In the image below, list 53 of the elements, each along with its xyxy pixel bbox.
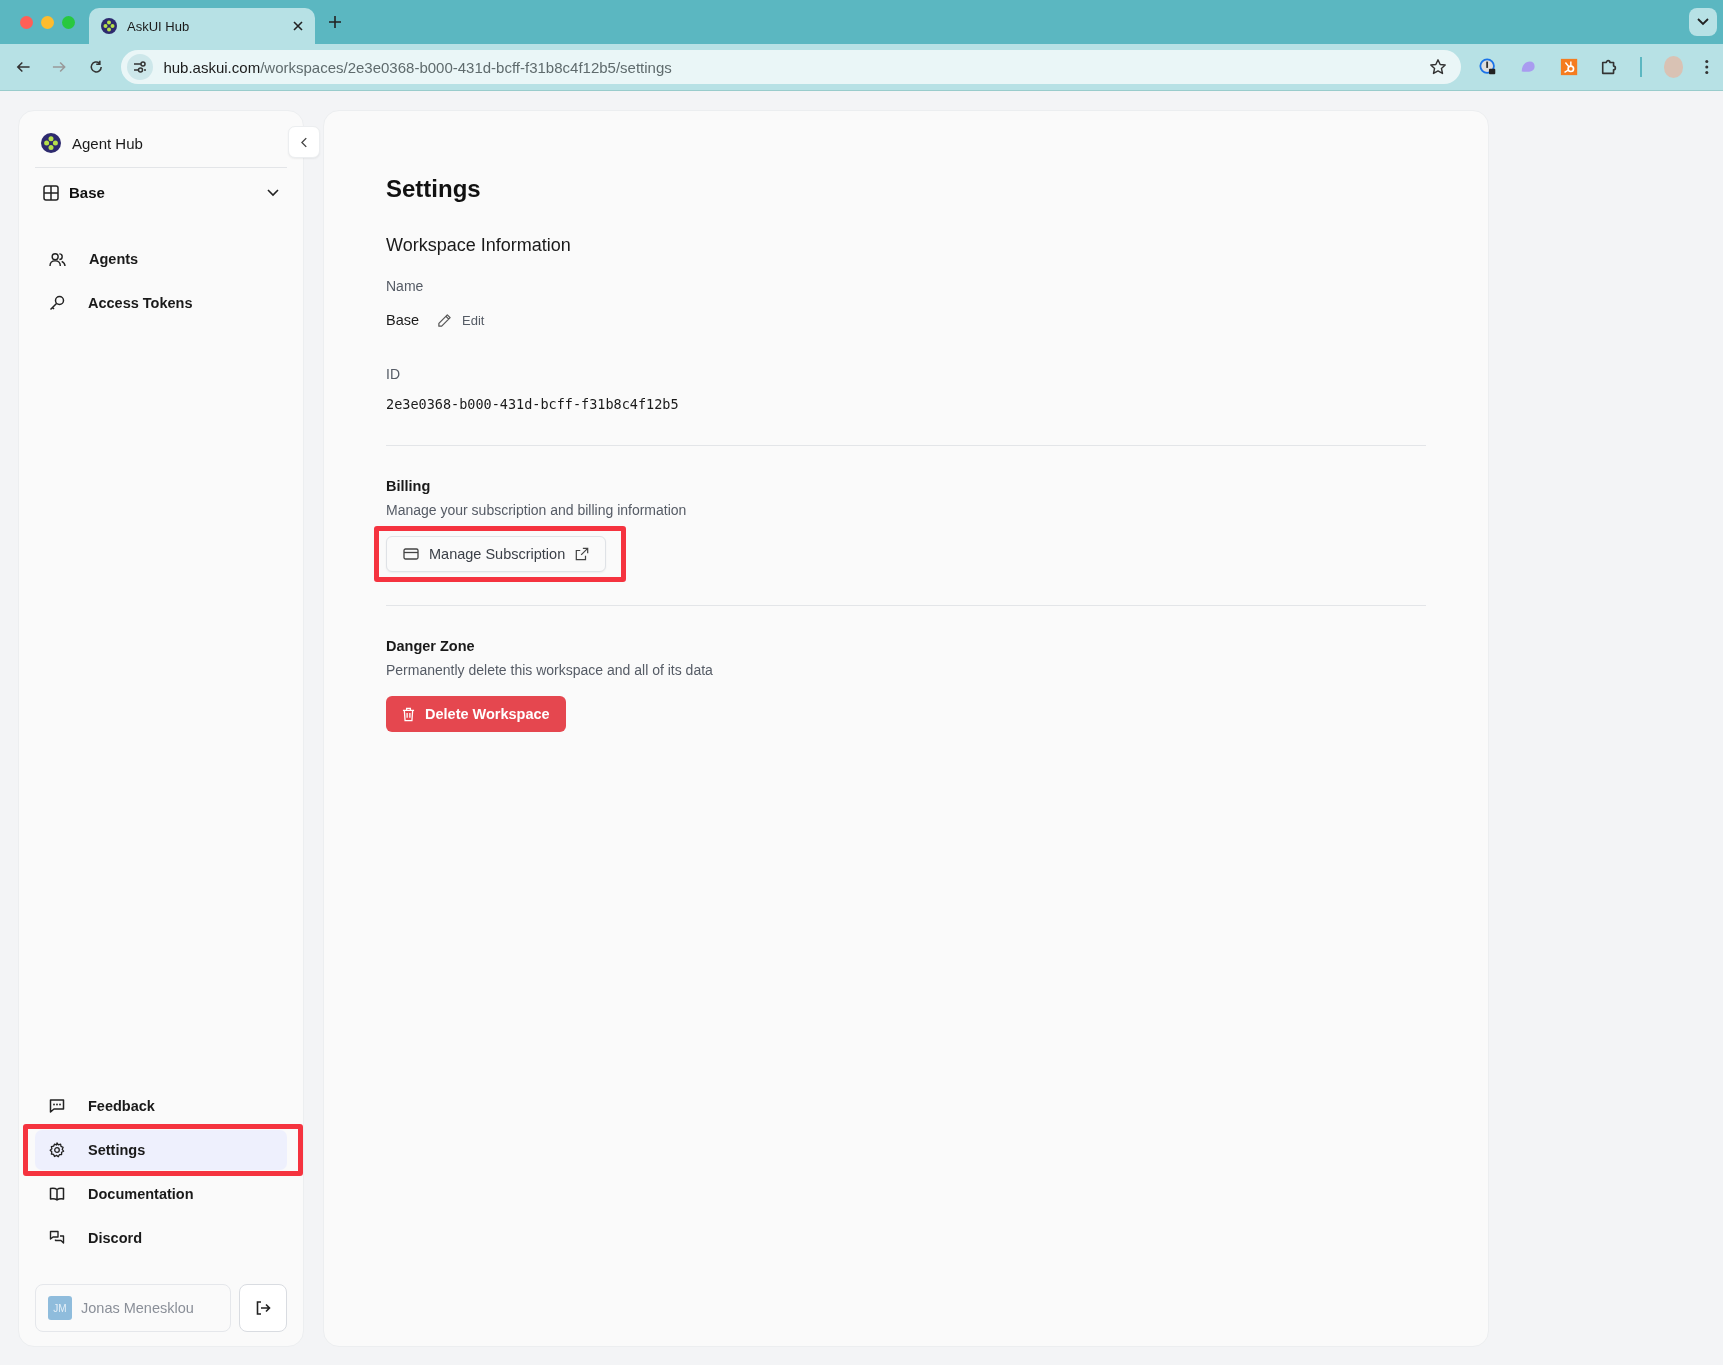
close-icon[interactable] (293, 21, 303, 31)
chevron-down-icon (267, 188, 279, 197)
grid-icon (43, 184, 59, 201)
sidebar-item[interactable]: Discord (35, 1218, 287, 1258)
new-tab-icon[interactable] (329, 16, 341, 28)
billing-description: Manage your subscription and billing information (386, 502, 687, 518)
credit-card-icon (403, 548, 419, 560)
chat-icon (49, 1098, 65, 1114)
page-title: Settings (386, 175, 481, 203)
field-label: ID (386, 366, 400, 382)
reload-icon[interactable] (88, 59, 104, 75)
sidebar-item[interactable]: Settings (35, 1130, 287, 1170)
key-icon (49, 295, 65, 311)
people-icon (49, 251, 66, 267)
more-icon[interactable] (1705, 59, 1710, 75)
puzzle-icon[interactable] (1599, 57, 1618, 77)
pencil-icon (437, 312, 453, 328)
field-label: Name (386, 278, 424, 294)
sidebar-item[interactable]: Access Tokens (35, 283, 287, 323)
address-bar[interactable]: hub.askui.com/workspaces/2e3e0368-b000-431d-bcff-f31b8c4f12b5/settings (121, 50, 1462, 84)
sidebar-item[interactable]: Feedback (35, 1086, 287, 1126)
logo-icon (101, 18, 117, 34)
site-settings-icon[interactable] (127, 54, 154, 80)
edit-button[interactable]: Edit (437, 312, 485, 328)
danger-zone-description: Permanently delete this workspace and all of its data (386, 662, 713, 678)
workspace-selector[interactable]: Base (35, 168, 287, 217)
user-avatar: JM (48, 1296, 72, 1320)
delete-workspace-button[interactable]: Delete Workspace (386, 696, 566, 732)
password-lock-icon[interactable] (1479, 57, 1498, 77)
back-arrow-icon[interactable] (16, 59, 31, 75)
danger-zone-title: Danger Zone (386, 638, 475, 654)
logo-icon (41, 133, 61, 153)
chat-bubbles-icon (49, 1230, 65, 1246)
logout-icon (255, 1300, 271, 1316)
extension-icon[interactable] (1559, 57, 1578, 77)
billing-title: Billing (386, 478, 431, 494)
book-icon (49, 1186, 65, 1202)
browser-tab[interactable]: AskUI Hub (89, 8, 315, 44)
sidebar-item[interactable]: Agents (35, 239, 287, 279)
workspace-name: Base (386, 312, 420, 328)
logout-button[interactable] (239, 1284, 287, 1332)
chevron-down-icon (1697, 18, 1709, 26)
chevron-left-icon (300, 136, 308, 148)
trash-icon (402, 706, 415, 722)
settings-icon (49, 1142, 65, 1158)
star-icon[interactable] (1429, 58, 1448, 76)
manage-subscription-button[interactable]: Manage Subscription (386, 536, 607, 572)
app-name: Agent Hub (72, 134, 143, 152)
external-link-icon (575, 547, 590, 561)
section-title: Workspace Information (386, 235, 571, 256)
sidebar-item[interactable]: Documentation (35, 1174, 287, 1214)
workspace-id: 2e3e0368-b000-431d-bcff-f31b8c4f12b5 (386, 396, 679, 412)
tab-search-button[interactable] (1689, 8, 1717, 36)
